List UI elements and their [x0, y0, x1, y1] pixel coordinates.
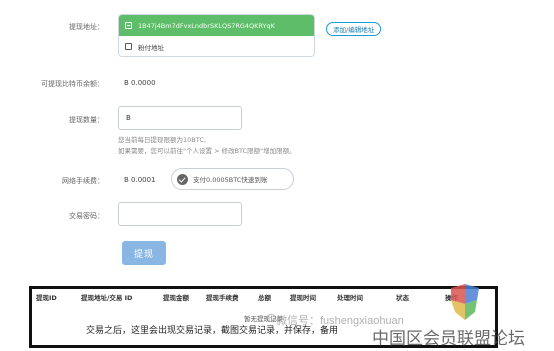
- withdraw-address-label: 提现地址：: [69, 23, 104, 31]
- address-option-selected[interactable]: 1B47j4Bm7dFvxLndbrSKLQS7RG4QKRYqK: [119, 15, 314, 36]
- forum-watermark: 中国区会员联盟论坛: [372, 329, 525, 349]
- amount-label: 提现数量：: [69, 116, 104, 124]
- th-fee: 提现手续费: [206, 294, 239, 302]
- trade-password-input[interactable]: [118, 202, 242, 226]
- withdraw-submit-button[interactable]: 提现: [122, 241, 166, 265]
- fast-fee-label: 支付0.0005BTC快速到账: [193, 176, 268, 184]
- amount-input[interactable]: B: [118, 106, 242, 130]
- trade-password-label: 交易密码：: [69, 212, 104, 220]
- th-withdraw-time: 提现时间: [290, 294, 316, 302]
- wallet-icon: [125, 43, 132, 50]
- balance-label: 可提现比特币余额：: [41, 80, 104, 88]
- th-address: 提现地址/交易 ID: [81, 294, 133, 302]
- fee-label: 网络手续费：: [62, 177, 104, 185]
- forum-logo-icon: [451, 284, 479, 320]
- address-select[interactable]: 1B47j4Bm7dFvxLndbrSKLQS7RG4QKRYqK 粉付地址: [118, 14, 315, 57]
- address-other-text: 粉付地址: [138, 43, 164, 52]
- th-process-time: 处理时间: [337, 294, 363, 302]
- empty-records-text: 暂无提现记录: [244, 315, 283, 323]
- table-header-row: 提现ID 提现地址/交易 ID 提现金额 提现手续费 总额 提现时间 处理时间 …: [32, 289, 495, 303]
- th-amount: 提现金额: [163, 294, 189, 302]
- balance-value: B 0.0000: [124, 79, 156, 87]
- th-status: 状态: [396, 294, 409, 302]
- address-selected-text: 1B47j4Bm7dFvxLndbrSKLQS7RG4QKRYqK: [138, 21, 275, 30]
- wechat-icon: [266, 314, 276, 322]
- amount-limit-hint: 您当前每日提现限额为10BTC,: [118, 136, 206, 144]
- check-icon: [177, 173, 188, 185]
- address-option-other[interactable]: 粉付地址: [119, 36, 314, 56]
- th-id: 提现ID: [36, 294, 57, 302]
- fast-fee-toggle[interactable]: 支付0.0005BTC快速到账: [171, 168, 294, 190]
- fee-value: B 0.0001: [124, 176, 156, 184]
- wallet-icon: [125, 22, 132, 29]
- amount-limit-link-hint[interactable]: 如果需要，您可以前往"个人设置 > 修改BTC限额"增加限额。: [118, 145, 296, 155]
- manage-address-button[interactable]: 添加/编辑地址: [326, 22, 382, 36]
- th-total: 总额: [258, 294, 271, 302]
